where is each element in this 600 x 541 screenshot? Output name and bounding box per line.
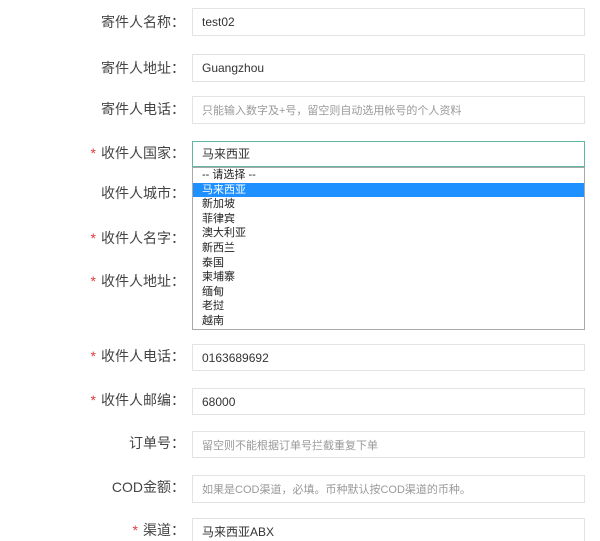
recipient-address-label-text: 收件人地址： [101,273,185,289]
recipient-country-select[interactable]: 马来西亚 [192,141,585,167]
country-option[interactable]: 新加坡 [193,197,584,212]
sender-phone-label-text: 寄件人电话： [101,101,185,117]
sender-address-input[interactable] [192,54,585,82]
sender-phone-input[interactable] [192,96,585,124]
country-option[interactable]: 菲律宾 [193,212,584,227]
sender-address-label: 寄件人地址： [0,54,185,82]
required-mark: * [90,145,96,161]
country-option[interactable]: 缅甸 [193,285,584,300]
order-number-label: 订单号： [0,431,185,455]
cod-amount-row: COD金额： [0,475,600,503]
recipient-zip-label: * 收件人邮编： [0,388,185,412]
sender-name-input[interactable] [192,8,585,36]
recipient-country-row: * 收件人国家： 马来西亚 [0,141,600,167]
country-option[interactable]: 泰国 [193,256,584,271]
recipient-city-label: 收件人城市： [0,180,185,206]
channel-row: * 渠道： 马来西亚ABX [0,518,600,541]
recipient-name-label-text: 收件人名字： [101,230,185,246]
recipient-phone-input[interactable] [192,344,585,371]
sender-phone-row: 寄件人电话： [0,96,600,124]
order-number-row: 订单号： [0,431,600,458]
recipient-zip-label-text: 收件人邮编： [101,392,185,408]
country-option[interactable]: 马来西亚 [193,182,584,198]
country-option[interactable]: 新西兰 [193,241,584,256]
country-option[interactable]: 澳大利亚 [193,226,584,241]
sender-address-label-text: 寄件人地址： [101,60,185,76]
channel-label: * 渠道： [0,518,185,541]
order-number-label-text: 订单号： [129,435,185,451]
sender-address-row: 寄件人地址： [0,54,600,82]
recipient-name-label: * 收件人名字： [0,225,185,251]
sender-name-label-text: 寄件人名称： [101,14,185,30]
sender-name-row: 寄件人名称： [0,8,600,36]
country-option[interactable]: 柬埔寨 [193,270,584,285]
required-mark: * [90,273,96,289]
channel-selected-value: 马来西亚ABX [202,525,275,539]
country-option[interactable]: 越南 [193,314,584,329]
recipient-phone-label: * 收件人电话： [0,344,185,368]
required-mark: * [90,348,96,364]
required-mark: * [90,392,96,408]
recipient-phone-row: * 收件人电话： [0,344,600,371]
recipient-country-label-text: 收件人国家： [101,145,185,161]
cod-amount-input[interactable] [192,475,585,503]
cod-amount-label: COD金额： [0,475,185,499]
required-mark: * [90,230,96,246]
order-number-input[interactable] [192,431,585,458]
country-option[interactable]: -- 请选择 -- [193,168,584,183]
channel-label-text: 渠道： [143,522,185,538]
channel-select[interactable]: 马来西亚ABX [192,518,585,541]
recipient-address-label: * 收件人地址： [0,269,185,293]
required-mark: * [132,522,138,538]
recipient-country-label: * 收件人国家： [0,141,185,165]
recipient-phone-label-text: 收件人电话： [101,348,185,364]
recipient-zip-input[interactable] [192,388,585,415]
recipient-country-dropdown: -- 请选择 -- 马来西亚 新加坡 菲律宾 澳大利亚 新西兰 泰国 柬埔寨 缅… [192,167,585,330]
cod-amount-label-text: COD金额： [111,479,185,495]
recipient-country-selected-value: 马来西亚 [202,147,251,161]
sender-name-label: 寄件人名称： [0,8,185,36]
sender-phone-label: 寄件人电话： [0,96,185,122]
recipient-city-label-text: 收件人城市： [101,185,185,201]
recipient-zip-row: * 收件人邮编： [0,388,600,415]
country-option[interactable]: 老挝 [193,299,584,314]
